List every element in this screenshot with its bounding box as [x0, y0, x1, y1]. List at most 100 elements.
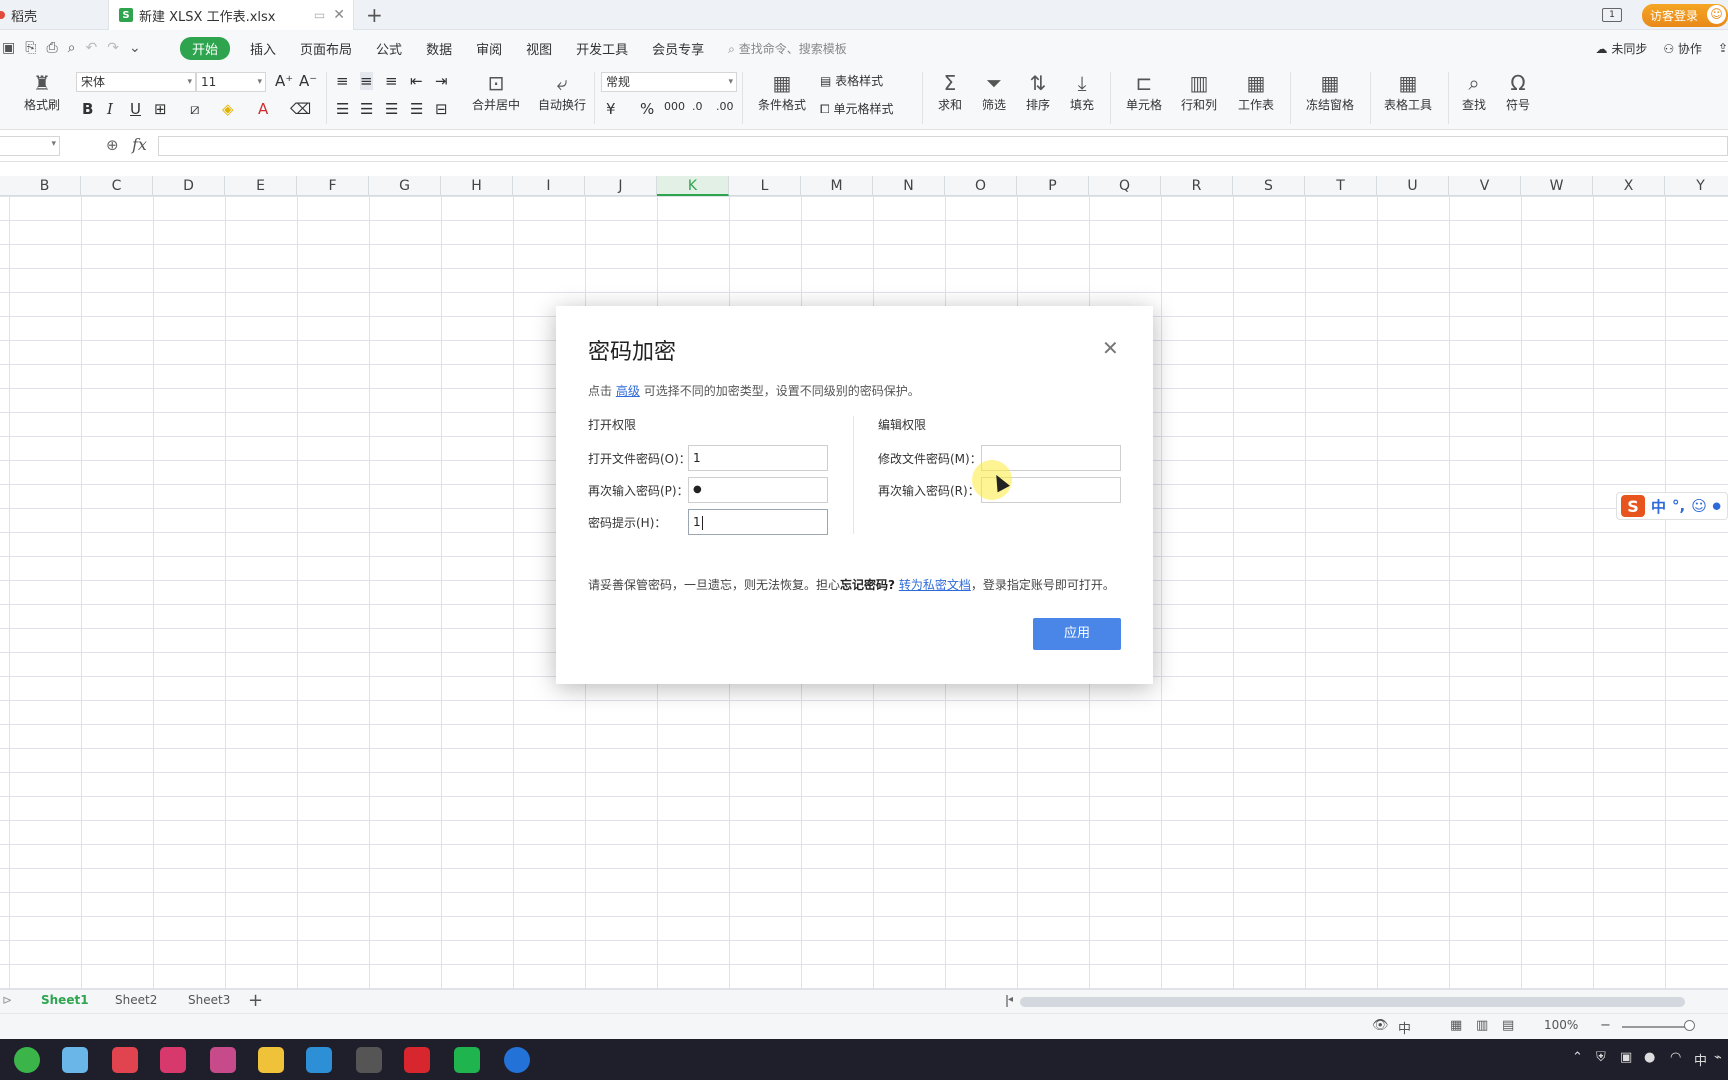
conditional-format-button[interactable]: ▦ 条件格式 [752, 70, 812, 113]
menu-developer[interactable]: 开发工具 [576, 39, 628, 58]
file-explorer-icon[interactable] [258, 1047, 284, 1073]
filter-button[interactable]: ⏷ 筛选 [976, 70, 1012, 113]
page-layout-view-icon[interactable]: ▥ [1476, 1018, 1488, 1033]
open-password-confirm-input[interactable]: ● [688, 477, 828, 503]
column-header-s[interactable]: S [1233, 176, 1305, 196]
print-preview-icon[interactable]: ⌕ [68, 40, 76, 56]
advanced-link[interactable]: 高级 [616, 384, 640, 398]
tray-expand-icon[interactable]: ⌃ [1572, 1050, 1583, 1065]
indent-decrease-icon[interactable]: ⇤ [410, 72, 423, 90]
password-hint-input[interactable]: 1 [688, 509, 828, 535]
scroll-left-icon[interactable]: ◂ [1008, 994, 1013, 1005]
column-header-p[interactable]: P [1017, 176, 1089, 196]
distribute-icon[interactable]: ⊟ [435, 100, 448, 118]
tab-daoke[interactable]: 稻壳 [0, 0, 108, 30]
column-header-k[interactable]: K [657, 176, 729, 196]
font-size-select[interactable]: 11 [196, 72, 266, 92]
thousands-icon[interactable]: 000 [664, 100, 685, 113]
tray-app-icon[interactable]: ▣ [1620, 1050, 1632, 1065]
column-header-d[interactable]: D [153, 176, 225, 196]
align-center-icon[interactable]: ☰ [360, 100, 373, 118]
currency-icon[interactable]: ¥ [606, 100, 616, 118]
column-header-y[interactable]: Y [1665, 176, 1728, 196]
menu-page-layout[interactable]: 页面布局 [300, 39, 352, 58]
new-tab-button[interactable]: + [366, 3, 383, 27]
increase-decimal-icon[interactable]: .0 [692, 100, 703, 113]
align-middle-icon[interactable]: ≡ [360, 72, 373, 90]
row-col-button[interactable]: ▥ 行和列 [1174, 70, 1224, 113]
cell-style-button[interactable]: ⧠ 单元格样式 [820, 100, 914, 117]
column-header-q[interactable]: Q [1089, 176, 1161, 196]
tray-more-icon[interactable]: ⌁ [1714, 1050, 1722, 1065]
freeze-panes-button[interactable]: ▦ 冻结窗格 [1300, 70, 1360, 113]
column-header-e[interactable]: E [225, 176, 297, 196]
merge-center-button[interactable]: ⊡ 合并居中 [466, 70, 526, 113]
app-pink-icon[interactable] [160, 1047, 186, 1073]
column-header-r[interactable]: R [1161, 176, 1233, 196]
column-header-n[interactable]: N [873, 176, 945, 196]
menu-home[interactable]: 开始 [180, 36, 231, 60]
collab-button[interactable]: ⚇ 协作 [1663, 40, 1702, 57]
menu-review[interactable]: 审阅 [476, 39, 502, 58]
justify-icon[interactable]: ☰ [410, 100, 423, 118]
window-count-icon[interactable]: 1 [1601, 8, 1622, 22]
column-header-f[interactable]: F [297, 176, 369, 196]
menu-view[interactable]: 视图 [526, 39, 552, 58]
cell-button[interactable]: ⊏ 单元格 [1120, 70, 1168, 113]
align-right-icon[interactable]: ☰ [385, 100, 398, 118]
video-app-icon[interactable] [356, 1047, 382, 1073]
column-header-j[interactable]: J [585, 176, 657, 196]
decrease-decimal-icon[interactable]: .00 [716, 100, 734, 113]
column-header-c[interactable]: C [81, 176, 153, 196]
horizontal-scrollbar[interactable] [1020, 997, 1685, 1007]
tray-wechat-icon[interactable]: ● [1644, 1050, 1655, 1065]
formula-input[interactable] [158, 136, 1728, 156]
column-header-x[interactable]: X [1593, 176, 1665, 196]
symbol-button[interactable]: Ω 符号 [1500, 70, 1536, 113]
print-icon[interactable]: ⎙ [46, 40, 57, 56]
font-color-icon[interactable]: A [258, 100, 268, 118]
spreadsheet-task-icon[interactable] [454, 1047, 480, 1073]
wps-icon[interactable] [404, 1047, 430, 1073]
column-header-g[interactable]: G [369, 176, 441, 196]
column-header-w[interactable]: W [1521, 176, 1593, 196]
column-header-h[interactable]: H [441, 176, 513, 196]
private-doc-link[interactable]: 转为私密文档 [899, 578, 971, 592]
add-sheet-icon[interactable]: + [248, 990, 263, 1011]
login-button[interactable]: 访客登录 ☺ [1641, 3, 1728, 27]
border-icon[interactable]: ⊞ [154, 100, 167, 118]
fill-button[interactable]: ⤓ 填充 [1064, 70, 1100, 113]
fx-icon[interactable]: fx [132, 135, 147, 154]
open-password-input[interactable]: 1 [688, 445, 828, 471]
wifi-icon[interactable]: ◠ [1670, 1050, 1681, 1065]
column-header-b[interactable]: B [9, 176, 81, 196]
export-icon[interactable]: ⎘ [25, 40, 36, 56]
zoom-out-icon[interactable]: − [1600, 1018, 1611, 1033]
number-format-select[interactable]: 常规 [601, 72, 737, 92]
app-purple-icon[interactable] [210, 1047, 236, 1073]
column-header-o[interactable]: O [945, 176, 1017, 196]
page-break-view-icon[interactable]: ▤ [1502, 1018, 1514, 1033]
menu-data[interactable]: 数据 [426, 39, 452, 58]
tray-ime-label[interactable]: 中 [1694, 1050, 1707, 1069]
redo-icon[interactable]: ↷ [107, 40, 119, 56]
sheet-tab-3[interactable]: Sheet3 [188, 993, 230, 1007]
increase-font-icon[interactable]: A⁺ [275, 72, 293, 90]
indent-increase-icon[interactable]: ⇥ [435, 72, 448, 90]
app-red-icon[interactable] [112, 1047, 138, 1073]
app-circle-icon[interactable] [504, 1047, 530, 1073]
close-icon[interactable]: ✕ [1102, 336, 1119, 360]
share-icon[interactable]: ⇪ [1718, 41, 1728, 55]
undo-icon[interactable]: ↶ [85, 40, 97, 56]
apply-button[interactable]: 应用 [1033, 618, 1121, 650]
zoom-slider-knob[interactable] [1684, 1020, 1695, 1031]
wechat-icon[interactable] [14, 1047, 40, 1073]
eye-protection-icon[interactable]: 👁 [1372, 1018, 1389, 1033]
ime-punct-icon[interactable]: °, [1672, 497, 1685, 515]
sheet-tab-2[interactable]: Sheet2 [115, 993, 157, 1007]
notes-icon[interactable] [62, 1047, 88, 1073]
format-painter-button[interactable]: ♜ 格式刷 [22, 70, 62, 113]
sheet-nav-icon[interactable]: ⊳ [2, 993, 12, 1007]
table-tools-button[interactable]: ▦ 表格工具 [1378, 70, 1438, 113]
find-button[interactable]: ⌕ 查找 [1456, 70, 1492, 113]
